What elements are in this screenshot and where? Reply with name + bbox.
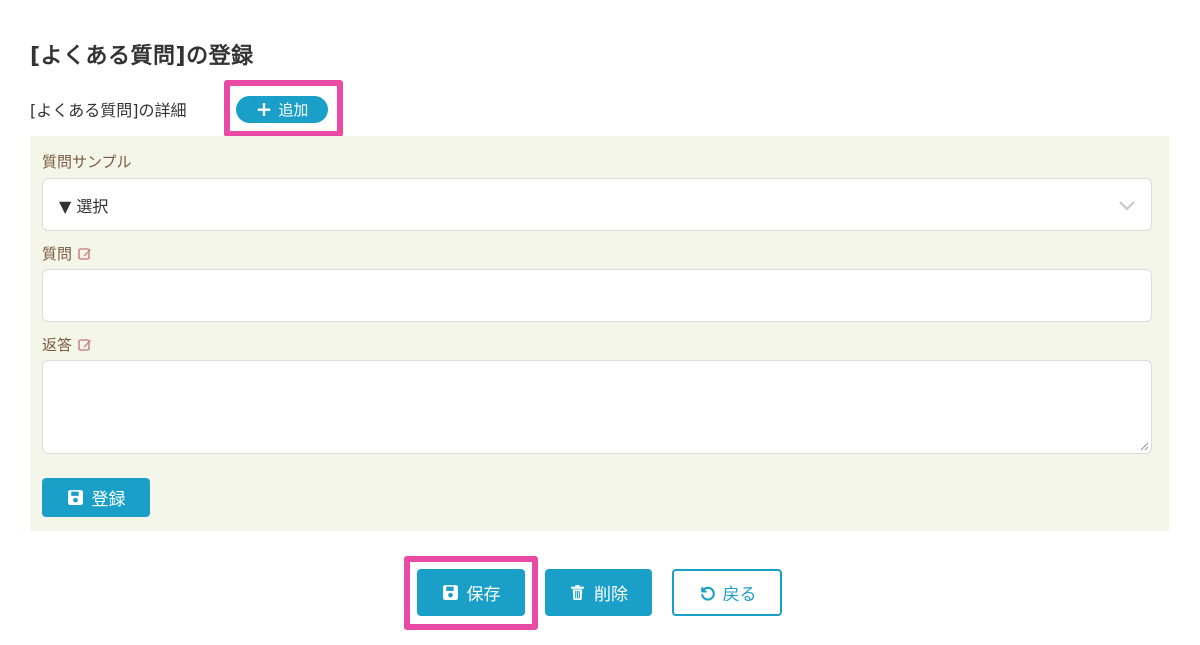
back-button[interactable]: 戻る [672,569,782,616]
sample-select-value: ▼ 選択 [59,196,109,216]
add-button[interactable]: + 追加 [236,96,328,123]
detail-label: [よくある質問]の詳細 [30,101,187,120]
delete-button[interactable]: 削除 [545,569,652,616]
plus-icon: + [255,96,273,121]
resize-grip-icon[interactable] [1139,441,1149,451]
save-button-label: 保存 [466,585,501,605]
undo-icon [700,586,715,601]
back-button-label: 戻る [722,585,757,605]
register-button-label: 登録 [91,490,126,510]
sample-label: 質問サンプル [42,151,132,172]
answer-label: 返答 [42,334,92,355]
edit-icon [78,338,92,351]
detail-header: [よくある質問]の詳細 [30,95,187,123]
delete-button-label: 削除 [594,585,628,605]
floppy-disk-icon [67,490,83,505]
question-label-text: 質問 [42,245,73,263]
answer-label-text: 返答 [42,336,73,354]
answer-textarea[interactable] [42,360,1152,454]
question-input[interactable] [42,269,1152,322]
floppy-disk-icon [442,585,458,600]
save-button[interactable]: 保存 [417,569,525,616]
chevron-down-icon [1119,201,1135,211]
trash-icon [571,585,584,600]
sample-label-text: 質問サンプル [42,153,132,171]
page-title: [よくある質問]の登録 [30,44,254,69]
edit-icon [78,247,92,260]
register-button[interactable]: 登録 [42,478,150,517]
add-button-label: 追加 [278,101,309,119]
question-label: 質問 [42,243,92,264]
sample-select[interactable]: ▼ 選択 [42,178,1152,231]
